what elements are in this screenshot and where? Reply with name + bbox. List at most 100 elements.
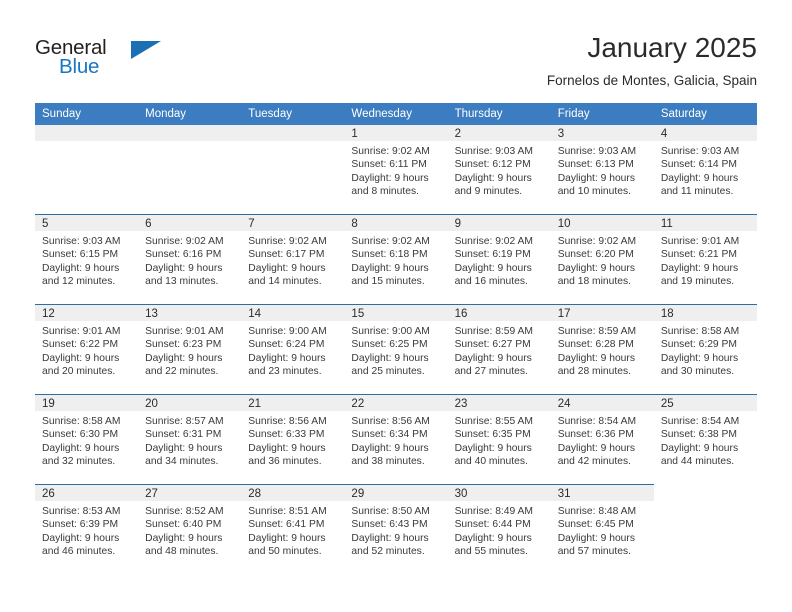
day-number: 9 bbox=[447, 215, 551, 231]
day-number: 25 bbox=[653, 395, 757, 411]
sunset-text: Sunset: 6:40 PM bbox=[145, 519, 222, 531]
day-number: 27 bbox=[138, 485, 242, 501]
sunrise-text: Sunrise: 8:58 AM bbox=[42, 416, 121, 427]
calendar-day-cell[interactable]: 9 Sunrise: 9:02 AM Sunset: 6:19 PM Daylight… bbox=[447, 214, 551, 305]
calendar-day-cell[interactable]: 13 Sunrise: 9:01 AM Sunset: 6:23 PM Dayligh… bbox=[138, 304, 242, 395]
calendar-day-cell[interactable]: 4 Sunrise: 9:03 AM Sunset: 6:14 PM Daylight… bbox=[653, 125, 757, 215]
calendar-day-cell[interactable]: 5 Sunrise: 9:03 AM Sunset: 6:15 PM Daylight… bbox=[35, 214, 139, 305]
calendar-day-cell[interactable]: 19 Sunrise: 8:58 AM Sunset: 6:30 PM Dayligh… bbox=[35, 394, 139, 485]
daylight-text: Daylight: 9 hours and 52 minutes. bbox=[351, 532, 429, 557]
weekday-header-friday: Friday bbox=[550, 103, 654, 125]
calendar-day-cell[interactable]: 28 Sunrise: 8:51 AM Sunset: 6:41 PM Dayligh… bbox=[241, 484, 345, 574]
calendar-day-cell[interactable]: 31 Sunrise: 8:48 AM Sunset: 6:45 PM Dayligh… bbox=[550, 484, 654, 574]
sunset-text: Sunset: 6:12 PM bbox=[454, 159, 531, 171]
calendar-day-cell[interactable]: 1 Sunrise: 9:02 AM Sunset: 6:11 PM Daylight… bbox=[344, 125, 448, 215]
sunrise-text: Sunrise: 8:59 AM bbox=[557, 326, 637, 337]
weekday-header-saturday: Saturday bbox=[653, 103, 757, 125]
daylight-text: Daylight: 9 hours and 55 minutes. bbox=[454, 532, 532, 557]
calendar-day-cell[interactable]: 30 Sunrise: 8:49 AM Sunset: 6:44 PM Dayligh… bbox=[447, 484, 551, 574]
calendar-day-cell[interactable]: 3 Sunrise: 9:03 AM Sunset: 6:13 PM Daylight… bbox=[550, 125, 654, 215]
calendar-day-cell[interactable]: 16 Sunrise: 8:59 AM Sunset: 6:27 PM Dayligh… bbox=[447, 304, 551, 395]
daylight-text: Daylight: 9 hours and 15 minutes. bbox=[351, 262, 429, 287]
calendar-week-row: 19 Sunrise: 8:58 AM Sunset: 6:30 PM Dayligh… bbox=[35, 394, 757, 485]
day-number-band bbox=[138, 125, 242, 141]
sunset-text: Sunset: 6:39 PM bbox=[42, 519, 119, 531]
sunrise-text: Sunrise: 8:58 AM bbox=[660, 326, 740, 337]
daylight-text: Daylight: 9 hours and 44 minutes. bbox=[660, 442, 739, 467]
weekday-header-wednesday: Wednesday bbox=[344, 103, 448, 125]
day-details: Sunrise: 9:01 AM Sunset: 6:22 PM Daylight:… bbox=[35, 321, 138, 378]
day-number: 10 bbox=[550, 215, 654, 231]
daylight-text: Daylight: 9 hours and 12 minutes. bbox=[42, 262, 120, 287]
calendar-day-cell[interactable]: 10 Sunrise: 9:02 AM Sunset: 6:20 PM Dayligh… bbox=[550, 214, 654, 305]
calendar-day-cell[interactable]: 26 Sunrise: 8:53 AM Sunset: 6:39 PM Dayligh… bbox=[35, 484, 139, 574]
daylight-text: Daylight: 9 hours and 18 minutes. bbox=[557, 262, 635, 287]
sunrise-text: Sunrise: 9:02 AM bbox=[248, 236, 327, 247]
day-number: 14 bbox=[241, 305, 345, 321]
calendar-day-cell[interactable]: 12 Sunrise: 9:01 AM Sunset: 6:22 PM Dayligh… bbox=[35, 304, 139, 395]
brand-logo[interactable]: General Blue bbox=[35, 37, 185, 86]
daylight-text: Daylight: 9 hours and 14 minutes. bbox=[248, 262, 326, 287]
calendar-day-cell[interactable]: 24 Sunrise: 8:54 AM Sunset: 6:36 PM Dayligh… bbox=[550, 394, 654, 485]
day-details: Sunrise: 9:03 AM Sunset: 6:13 PM Daylight:… bbox=[551, 141, 654, 198]
day-number: 23 bbox=[447, 395, 551, 411]
sunset-text: Sunset: 6:43 PM bbox=[351, 519, 428, 531]
sunrise-text: Sunrise: 8:59 AM bbox=[454, 326, 533, 337]
calendar-day-cell[interactable]: 27 Sunrise: 8:52 AM Sunset: 6:40 PM Dayligh… bbox=[138, 484, 242, 574]
day-number: 30 bbox=[447, 485, 551, 501]
sunrise-text: Sunrise: 8:49 AM bbox=[454, 506, 533, 517]
day-details: Sunrise: 8:55 AM Sunset: 6:35 PM Daylight:… bbox=[448, 411, 551, 468]
sunrise-text: Sunrise: 9:01 AM bbox=[660, 236, 740, 247]
day-details: Sunrise: 8:51 AM Sunset: 6:41 PM Daylight:… bbox=[241, 501, 344, 558]
day-number: 8 bbox=[344, 215, 448, 231]
calendar-day-cell[interactable]: 14 Sunrise: 9:00 AM Sunset: 6:24 PM Dayligh… bbox=[241, 304, 345, 395]
daylight-text: Daylight: 9 hours and 40 minutes. bbox=[454, 442, 532, 467]
calendar-day-cell[interactable]: 17 Sunrise: 8:59 AM Sunset: 6:28 PM Dayligh… bbox=[550, 304, 654, 395]
day-details: Sunrise: 8:58 AM Sunset: 6:29 PM Daylight:… bbox=[654, 321, 757, 378]
calendar-day-cell[interactable]: 22 Sunrise: 8:56 AM Sunset: 6:34 PM Dayligh… bbox=[344, 394, 448, 485]
calendar-day-cell-empty bbox=[241, 125, 345, 215]
calendar-day-cell[interactable]: 7 Sunrise: 9:02 AM Sunset: 6:17 PM Daylight… bbox=[241, 214, 345, 305]
day-details: Sunrise: 8:57 AM Sunset: 6:31 PM Daylight:… bbox=[138, 411, 241, 468]
sunrise-text: Sunrise: 8:48 AM bbox=[557, 506, 637, 517]
calendar-header-row: Sunday Monday Tuesday Wednesday Thursday Frid… bbox=[35, 103, 757, 125]
day-details: Sunrise: 8:59 AM Sunset: 6:28 PM Daylight:… bbox=[551, 321, 654, 378]
sunset-text: Sunset: 6:25 PM bbox=[351, 339, 428, 351]
calendar-day-cell[interactable]: 11 Sunrise: 9:01 AM Sunset: 6:21 PM Dayligh… bbox=[653, 214, 757, 305]
sunrise-text: Sunrise: 9:02 AM bbox=[557, 236, 637, 247]
calendar-body: 1 Sunrise: 9:02 AM Sunset: 6:11 PM Daylight… bbox=[35, 125, 757, 574]
day-number: 20 bbox=[138, 395, 242, 411]
sunrise-text: Sunrise: 9:00 AM bbox=[248, 326, 327, 337]
daylight-text: Daylight: 9 hours and 25 minutes. bbox=[351, 352, 429, 377]
calendar-day-cell[interactable]: 2 Sunrise: 9:03 AM Sunset: 6:12 PM Daylight… bbox=[447, 125, 551, 215]
calendar-day-cell[interactable]: 6 Sunrise: 9:02 AM Sunset: 6:16 PM Daylight… bbox=[138, 214, 242, 305]
sunset-text: Sunset: 6:41 PM bbox=[248, 519, 325, 531]
daylight-text: Daylight: 9 hours and 10 minutes. bbox=[557, 172, 635, 197]
calendar-day-cell[interactable]: 21 Sunrise: 8:56 AM Sunset: 6:33 PM Dayligh… bbox=[241, 394, 345, 485]
daylight-text: Daylight: 9 hours and 20 minutes. bbox=[42, 352, 120, 377]
daylight-text: Daylight: 9 hours and 48 minutes. bbox=[145, 532, 223, 557]
day-number: 18 bbox=[653, 305, 757, 321]
calendar-day-cell[interactable]: 8 Sunrise: 9:02 AM Sunset: 6:18 PM Daylight… bbox=[344, 214, 448, 305]
day-number: 5 bbox=[35, 215, 139, 231]
daylight-text: Daylight: 9 hours and 50 minutes. bbox=[248, 532, 326, 557]
daylight-text: Daylight: 9 hours and 9 minutes. bbox=[454, 172, 532, 197]
sunrise-text: Sunrise: 8:51 AM bbox=[248, 506, 327, 517]
calendar-day-cell[interactable]: 29 Sunrise: 8:50 AM Sunset: 6:43 PM Dayligh… bbox=[344, 484, 448, 574]
calendar-day-cell[interactable]: 23 Sunrise: 8:55 AM Sunset: 6:35 PM Dayligh… bbox=[447, 394, 551, 485]
day-details: Sunrise: 8:48 AM Sunset: 6:45 PM Daylight:… bbox=[551, 501, 654, 558]
daylight-text: Daylight: 9 hours and 28 minutes. bbox=[557, 352, 635, 377]
calendar-day-cell[interactable]: 20 Sunrise: 8:57 AM Sunset: 6:31 PM Dayligh… bbox=[138, 394, 242, 485]
day-number: 7 bbox=[241, 215, 345, 231]
daylight-text: Daylight: 9 hours and 46 minutes. bbox=[42, 532, 120, 557]
sunset-text: Sunset: 6:13 PM bbox=[557, 159, 634, 171]
sunrise-text: Sunrise: 9:01 AM bbox=[42, 326, 121, 337]
sunset-text: Sunset: 6:17 PM bbox=[248, 249, 325, 261]
calendar-day-cell[interactable]: 25 Sunrise: 8:54 AM Sunset: 6:38 PM Dayligh… bbox=[653, 394, 757, 485]
day-details: Sunrise: 9:00 AM Sunset: 6:24 PM Daylight:… bbox=[241, 321, 344, 378]
day-number: 1 bbox=[344, 125, 448, 141]
calendar-day-cell[interactable]: 18 Sunrise: 8:58 AM Sunset: 6:29 PM Dayligh… bbox=[653, 304, 757, 395]
calendar-day-cell[interactable]: 15 Sunrise: 9:00 AM Sunset: 6:25 PM Dayligh… bbox=[344, 304, 448, 395]
daylight-text: Daylight: 9 hours and 32 minutes. bbox=[42, 442, 120, 467]
day-number: 26 bbox=[35, 485, 139, 501]
